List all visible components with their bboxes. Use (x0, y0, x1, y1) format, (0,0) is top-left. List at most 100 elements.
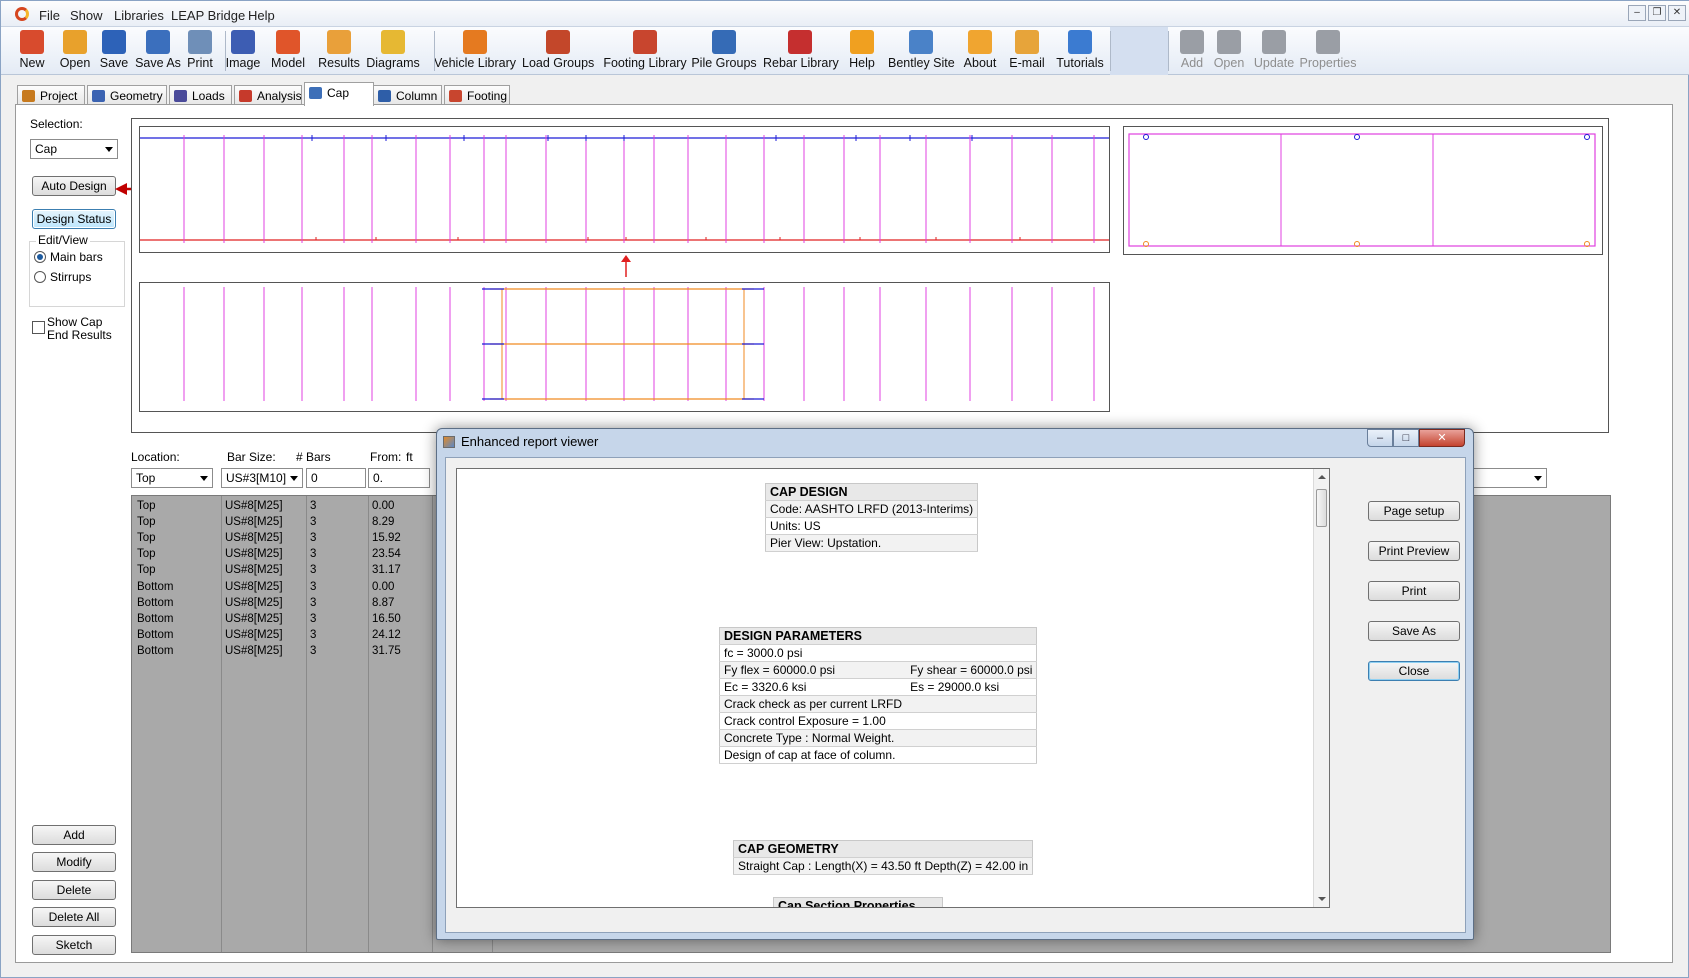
page-setup-button[interactable]: Page setup (1368, 501, 1460, 521)
bar-count-cell[interactable]: 3 (310, 500, 316, 512)
close-button[interactable]: ✕ (1668, 5, 1686, 21)
toolbar-vehicle-library-button[interactable]: Vehicle Library (434, 29, 516, 73)
bar-size-cell[interactable]: US#8[M25] (225, 500, 283, 512)
toolbar-open-button[interactable]: Open (1212, 29, 1246, 73)
design-status-button[interactable]: Design Status (32, 209, 116, 229)
bar-location-cell[interactable]: Bottom (137, 645, 173, 657)
delete-bar-button[interactable]: Delete (32, 880, 116, 900)
bar-from-cell[interactable]: 8.29 (372, 516, 394, 528)
toolbar-add-button[interactable]: Add (1178, 29, 1206, 73)
bar-size-cell[interactable]: US#8[M25] (225, 597, 283, 609)
toolbar-properties-button[interactable]: Properties (1298, 29, 1358, 73)
toolbar-tutorials-button[interactable]: Tutorials (1054, 29, 1106, 73)
selection-combo[interactable]: Cap (30, 139, 118, 159)
bar-size-cell[interactable]: US#8[M25] (225, 532, 283, 544)
viewer-close-button[interactable]: ✕ (1419, 429, 1465, 447)
tab-analysis[interactable]: Analysis (234, 85, 302, 105)
bar-from-cell[interactable]: 0.00 (372, 500, 394, 512)
toolbar-about-button[interactable]: About (961, 29, 999, 73)
bar-from-cell[interactable]: 8.87 (372, 597, 394, 609)
tab-loads[interactable]: Loads (169, 85, 232, 105)
save-as-button[interactable]: Save As (1368, 621, 1460, 641)
bar-location-cell[interactable]: Bottom (137, 613, 173, 625)
bar-size-cell[interactable]: US#8[M25] (225, 564, 283, 576)
bar-from-cell[interactable]: 23.54 (372, 548, 401, 560)
tab-project[interactable]: Project (17, 85, 85, 105)
bar-count-cell[interactable]: 3 (310, 564, 316, 576)
bar-from-cell[interactable]: 31.75 (372, 645, 401, 657)
bar-count-cell[interactable]: 3 (310, 629, 316, 641)
bar-location-cell[interactable]: Bottom (137, 629, 173, 641)
toolbar-e-mail-button[interactable]: E-mail (1007, 29, 1047, 73)
bar-location-cell[interactable]: Top (137, 548, 156, 560)
scroll-down-icon[interactable] (1318, 897, 1326, 901)
viewer-maximize-button[interactable]: □ (1393, 429, 1419, 447)
main-bars-radio[interactable] (34, 251, 46, 263)
bar-size-cell[interactable]: US#8[M25] (225, 613, 283, 625)
location-combo[interactable]: Top (131, 468, 213, 488)
delete-all-button[interactable]: Delete All (32, 907, 116, 927)
bar-location-cell[interactable]: Top (137, 564, 156, 576)
tab-geometry[interactable]: Geometry (87, 85, 167, 105)
bar-location-cell[interactable]: Top (137, 516, 156, 528)
bar-from-cell[interactable]: 24.12 (372, 629, 401, 641)
bar-count-cell[interactable]: 3 (310, 597, 316, 609)
tab-column[interactable]: Column (373, 85, 442, 105)
toolbar-new-button[interactable]: New (17, 29, 47, 73)
toolbar-pile-groups-button[interactable]: Pile Groups (691, 29, 757, 73)
menu-show[interactable]: Show (70, 8, 103, 23)
bar-size-combo[interactable]: US#3[M10] (221, 468, 303, 488)
bar-size-cell[interactable]: US#8[M25] (225, 645, 283, 657)
bar-location-cell[interactable]: Bottom (137, 581, 173, 593)
add-bar-button[interactable]: Add (32, 825, 116, 845)
toolbar-open-button[interactable]: Open (58, 29, 92, 73)
print-button[interactable]: Print (1368, 581, 1460, 601)
nbars-input[interactable]: 0 (306, 468, 366, 488)
tab-footing[interactable]: Footing (444, 85, 510, 105)
bar-size-cell[interactable]: US#8[M25] (225, 516, 283, 528)
minimize-button[interactable]: – (1628, 5, 1646, 21)
bar-from-cell[interactable]: 0.00 (372, 581, 394, 593)
print-preview-button[interactable]: Print Preview (1368, 541, 1460, 561)
menu-libraries[interactable]: Libraries (114, 8, 164, 23)
bar-location-cell[interactable]: Top (137, 532, 156, 544)
bar-location-cell[interactable]: Bottom (137, 597, 173, 609)
modify-bar-button[interactable]: Modify (32, 852, 116, 872)
show-cap-end-checkbox[interactable] (32, 321, 45, 334)
bar-count-cell[interactable]: 3 (310, 645, 316, 657)
bar-count-cell[interactable]: 3 (310, 532, 316, 544)
bar-size-cell[interactable]: US#8[M25] (225, 548, 283, 560)
menu-leap-bridge[interactable]: LEAP Bridge (171, 8, 245, 23)
menu-file[interactable]: File (39, 8, 60, 23)
close-viewer-button[interactable]: Close (1368, 661, 1460, 681)
toolbar-image-button[interactable]: Image (224, 29, 262, 73)
bar-count-cell[interactable]: 3 (310, 516, 316, 528)
bar-location-cell[interactable]: Top (137, 500, 156, 512)
bar-size-cell[interactable]: US#8[M25] (225, 629, 283, 641)
toolbar-save-button[interactable]: Save (99, 29, 129, 73)
restore-button[interactable]: ❐ (1648, 5, 1666, 21)
sketch-button[interactable]: Sketch (32, 935, 116, 955)
bar-from-cell[interactable]: 31.17 (372, 564, 401, 576)
toolbar-diagrams-button[interactable]: Diagrams (366, 29, 420, 73)
toolbar-print-button[interactable]: Print (185, 29, 215, 73)
scroll-up-icon[interactable] (1318, 475, 1326, 479)
bar-count-cell[interactable]: 3 (310, 548, 316, 560)
toolbar-save-as-button[interactable]: Save As (134, 29, 182, 73)
bar-count-cell[interactable]: 3 (310, 613, 316, 625)
extra-combo[interactable] (1471, 468, 1547, 488)
report-scrollbar[interactable] (1313, 469, 1329, 907)
bar-from-cell[interactable]: 15.92 (372, 532, 401, 544)
report-page[interactable]: CAP DESIGN Code: AASHTO LRFD (2013-Inter… (456, 468, 1330, 908)
from-input[interactable]: 0. (368, 468, 430, 488)
bar-size-cell[interactable]: US#8[M25] (225, 581, 283, 593)
toolbar-results-button[interactable]: Results (318, 29, 360, 73)
toolbar-load-groups-button[interactable]: Load Groups (522, 29, 594, 73)
menu-help[interactable]: Help (248, 8, 275, 23)
toolbar-rebar-library-button[interactable]: Rebar Library (763, 29, 839, 73)
toolbar-help-button[interactable]: Help (847, 29, 877, 73)
toolbar-update-button[interactable]: Update (1253, 29, 1295, 73)
toolbar-footing-library-button[interactable]: Footing Library (603, 29, 687, 73)
auto-design-button[interactable]: Auto Design (32, 176, 116, 196)
toolbar-bentley-site-button[interactable]: Bentley Site (888, 29, 955, 73)
